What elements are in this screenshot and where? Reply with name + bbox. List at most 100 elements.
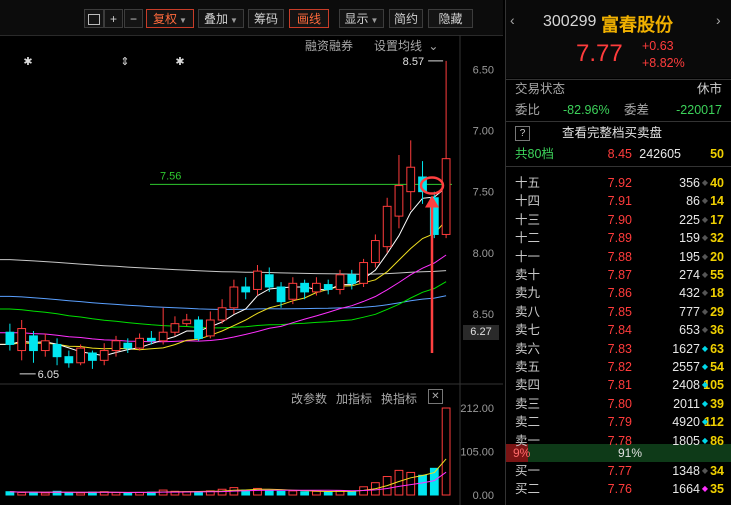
ask-row[interactable]: 十二 7.89 159 32 ◆ bbox=[506, 229, 731, 247]
asks-count: 63 bbox=[710, 341, 724, 356]
stock-name[interactable]: 富春股份 bbox=[601, 11, 673, 37]
total-levels-label: 共80档 bbox=[515, 147, 554, 161]
candle-body bbox=[241, 286, 251, 293]
ma-settings-link[interactable]: 设置均线 ⌄ bbox=[374, 37, 438, 54]
asks-volume: 653 bbox=[679, 323, 700, 338]
draw-line-button[interactable]: 画线 bbox=[289, 9, 329, 28]
display-label: 显示 bbox=[344, 12, 369, 26]
asks-price: 7.80 bbox=[607, 396, 632, 411]
asks-label: 卖四 bbox=[515, 378, 541, 393]
ask-row[interactable]: 十三 7.90 225 17 ◆ bbox=[506, 211, 731, 229]
full-depth-link[interactable]: 查看完整档买卖盘 bbox=[562, 124, 662, 142]
adjust-rights-button[interactable]: 复权 ▼ bbox=[146, 9, 194, 28]
asks-label: 卖九 bbox=[515, 286, 541, 301]
zoom-in-button[interactable]: + bbox=[104, 9, 123, 28]
ask-row[interactable]: 十四 7.91 86 14 ◆ bbox=[506, 192, 731, 210]
price-tick-label: 7.50 bbox=[473, 187, 494, 199]
ask-row[interactable]: 卖九 7.86 432 18 ◆ bbox=[506, 284, 731, 302]
stock-code: 300299 bbox=[543, 13, 597, 30]
change-marker-icon: ◆ bbox=[701, 270, 708, 279]
volume-bar bbox=[264, 489, 274, 496]
question-icon[interactable]: ? bbox=[515, 126, 530, 141]
margin-trading-link[interactable]: 融资融券 bbox=[305, 37, 353, 54]
change-marker-icon: ◆ bbox=[701, 380, 708, 390]
asks-volume: 1627 bbox=[672, 341, 700, 356]
divider bbox=[506, 121, 731, 122]
ask-row[interactable]: 卖三 7.80 2011 39 ◆ bbox=[506, 395, 731, 413]
volume-add-indicator-link[interactable]: 加指标 bbox=[336, 390, 372, 407]
low-price-label: 6.05 bbox=[38, 369, 59, 381]
ask-row[interactable]: 卖八 7.85 777 29 ◆ bbox=[506, 303, 731, 321]
kline-chart-svg[interactable]: 8.50 8.00 7.50 7.00 6.50 7.56 8.57 6.05 ✱ ⇕ ✱ 212.0… bbox=[0, 35, 503, 505]
ask-row[interactable]: 卖五 7.82 2557 54 ◆ bbox=[506, 358, 731, 376]
candle-body bbox=[312, 282, 321, 293]
volume-bar bbox=[323, 491, 333, 496]
bids-price: 7.77 bbox=[607, 464, 632, 478]
candle-body bbox=[158, 331, 168, 342]
stock-header-bar: ‹ 300299 富春股份 › 7.77 +0.63 +8.82% bbox=[506, 0, 731, 78]
kline-chart-area[interactable]: 8.50 8.00 7.50 7.00 6.50 7.56 8.57 6.05 ✱ ⇕ ✱ 212.0… bbox=[0, 35, 503, 505]
total-levels-cnt: 50 bbox=[710, 147, 724, 161]
price-tick-label: 8.50 bbox=[473, 309, 494, 321]
layout-toggle-button[interactable] bbox=[84, 9, 104, 28]
simple-mode-button[interactable]: 简约 bbox=[389, 9, 423, 28]
ask-row[interactable]: 卖二 7.79 4920 112 ◆ bbox=[506, 413, 731, 431]
candle-body bbox=[347, 274, 357, 284]
volume-tick-label: 0.00 bbox=[473, 490, 494, 502]
price-change: +0.63 bbox=[642, 39, 674, 53]
chip-distribution-label: 筹码 bbox=[253, 12, 278, 26]
volume-bar bbox=[418, 474, 427, 496]
volume-bar bbox=[288, 490, 298, 496]
ask-row[interactable]: 卖一 7.78 1805 86 ◆ bbox=[506, 432, 731, 450]
bid-row[interactable]: 买一 7.77 1348 34 ◆ bbox=[506, 462, 731, 480]
candle-body bbox=[146, 337, 156, 342]
asks-price: 7.78 bbox=[607, 433, 632, 448]
asks-count: 55 bbox=[710, 268, 724, 282]
ask-row[interactable]: 卖六 7.83 1627 63 ◆ bbox=[506, 340, 731, 358]
asks-label: 十五 bbox=[515, 176, 541, 190]
change-marker-icon: ◆ bbox=[701, 214, 708, 224]
bids-count: 35 bbox=[710, 482, 724, 497]
ask-row[interactable]: 卖七 7.84 653 36 ◆ bbox=[506, 321, 731, 339]
asks-price: 7.85 bbox=[607, 304, 632, 319]
candle-body bbox=[370, 240, 380, 264]
chip-distribution-button[interactable]: 筹码 bbox=[248, 9, 284, 28]
asks-volume: 1805 bbox=[672, 433, 700, 448]
asks-count: 14 bbox=[710, 194, 724, 209]
ma10-line bbox=[0, 220, 447, 351]
back-chevron-icon[interactable]: ‹ bbox=[510, 12, 515, 28]
volume-switch-indicator-link[interactable]: 换指标 bbox=[381, 390, 417, 407]
display-button[interactable]: 显示 ▼ bbox=[339, 9, 384, 28]
zoom-out-button[interactable]: − bbox=[124, 9, 143, 28]
volume-close-icon[interactable]: ✕ bbox=[428, 389, 443, 404]
forward-chevron-icon[interactable]: › bbox=[716, 12, 721, 28]
change-marker-icon: ◆ bbox=[701, 233, 708, 243]
candle-body bbox=[40, 340, 50, 352]
ask-row[interactable]: 十五 7.92 356 40 ◆ bbox=[506, 174, 731, 192]
ask-row[interactable]: 卖四 7.81 2408 105 ◆ bbox=[506, 376, 731, 394]
candle-body bbox=[194, 319, 203, 339]
asks-label: 十四 bbox=[515, 194, 541, 209]
ask-row[interactable]: 十一 7.88 195 20 ◆ bbox=[506, 248, 731, 266]
zoom-out-label: − bbox=[129, 12, 137, 26]
asks-price: 7.88 bbox=[607, 249, 632, 264]
asks-count: 18 bbox=[710, 286, 724, 301]
hide-button[interactable]: 隐藏 bbox=[428, 9, 473, 28]
caret-down-icon: ▼ bbox=[370, 16, 379, 25]
asks-price: 7.81 bbox=[607, 378, 632, 393]
ask-row[interactable]: 卖十 7.87 274 55 ◆ bbox=[506, 266, 731, 284]
price-tick-label: 7.00 bbox=[473, 126, 494, 138]
bid-row[interactable]: 买二 7.76 1664 35 ◆ bbox=[506, 480, 731, 498]
change-marker-icon: ◆ bbox=[701, 417, 708, 427]
asks-label: 卖八 bbox=[515, 304, 541, 319]
candle-body bbox=[29, 335, 38, 352]
weibi-label: 委比 bbox=[515, 103, 541, 117]
change-marker-icon: ◆ bbox=[701, 343, 708, 353]
candle-body bbox=[99, 350, 109, 361]
overlay-button[interactable]: 叠加 ▼ bbox=[198, 9, 244, 28]
full-depth-row[interactable]: ? 查看完整档买卖盘 bbox=[506, 124, 731, 142]
weicha-value: -220017 bbox=[676, 103, 722, 117]
volume-change-params-link[interactable]: 改参数 bbox=[291, 390, 327, 407]
candle-body bbox=[300, 282, 310, 293]
asks-count: 32 bbox=[710, 231, 724, 246]
